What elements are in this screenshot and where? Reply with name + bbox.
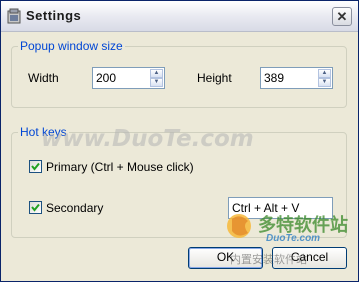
height-label: Height: [197, 71, 232, 85]
height-value: 389: [264, 71, 285, 85]
width-down-arrow-icon[interactable]: ▼: [150, 78, 163, 87]
width-value: 200: [96, 71, 117, 85]
settings-window: Settings ✕ Popup window size Width 200 ▲…: [0, 0, 359, 282]
hot-keys-group: Hot keys Primary (Ctrl + Mouse click) Se…: [11, 125, 347, 238]
width-up-arrow-icon[interactable]: ▲: [150, 69, 163, 78]
secondary-checkbox[interactable]: [29, 201, 42, 214]
title-bar[interactable]: Settings ✕: [1, 1, 358, 32]
close-icon: ✕: [336, 9, 348, 24]
primary-checkbox[interactable]: [29, 160, 42, 173]
settings-app-icon: [7, 8, 21, 24]
ok-button[interactable]: OK: [188, 247, 263, 269]
width-spinbox[interactable]: 200 ▲ ▼: [92, 67, 165, 89]
popup-size-group-title: Popup window size: [18, 39, 125, 53]
height-down-arrow-icon[interactable]: ▼: [318, 78, 331, 87]
hot-keys-group-title: Hot keys: [18, 125, 69, 139]
secondary-hotkey-input[interactable]: Ctrl + Alt + V: [228, 197, 333, 219]
height-spinbox[interactable]: 389 ▲ ▼: [260, 67, 333, 89]
secondary-label[interactable]: Secondary: [46, 201, 103, 215]
check-icon: [31, 162, 40, 171]
close-button[interactable]: ✕: [332, 7, 352, 26]
cancel-button[interactable]: Cancel: [272, 247, 347, 269]
width-spinner: ▲ ▼: [150, 69, 163, 87]
popup-size-group: Popup window size Width 200 ▲ ▼ Height 3…: [11, 39, 347, 108]
height-up-arrow-icon[interactable]: ▲: [318, 69, 331, 78]
primary-label[interactable]: Primary (Ctrl + Mouse click): [46, 160, 194, 174]
height-spinner: ▲ ▼: [318, 69, 331, 87]
window-title: Settings: [26, 8, 82, 23]
check-icon: [31, 203, 40, 212]
width-label: Width: [28, 71, 59, 85]
secondary-hotkey-value: Ctrl + Alt + V: [232, 201, 300, 215]
